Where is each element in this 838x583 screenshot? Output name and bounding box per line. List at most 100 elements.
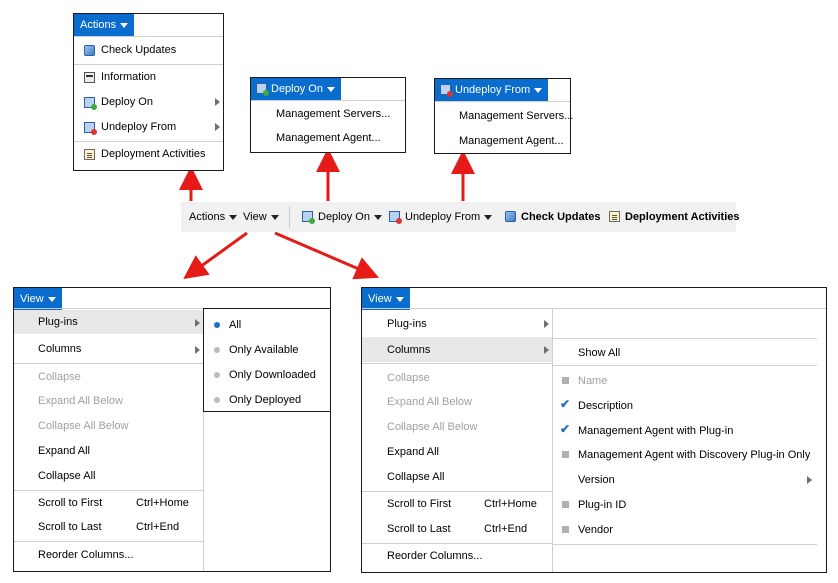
submenu-arrow-icon bbox=[544, 320, 549, 328]
toolbar-check-updates-button[interactable]: Check Updates bbox=[521, 202, 600, 232]
menu-item-collapse-all-below[interactable]: Collapse All Below bbox=[387, 421, 478, 433]
checkbox-unchecked-icon bbox=[562, 501, 569, 508]
menu-item-columns[interactable]: Columns bbox=[38, 343, 81, 355]
menu-item-collapse-all[interactable]: Collapse All bbox=[38, 470, 95, 482]
columns-plugin-id[interactable]: Plug-in ID bbox=[578, 499, 626, 511]
checkbox-unchecked-icon bbox=[562, 451, 569, 458]
submenu-arrow-icon bbox=[195, 319, 200, 327]
menu-item-management-servers[interactable]: Management Servers... bbox=[276, 108, 390, 120]
undeploy-from-menu-label: Undeploy From bbox=[455, 84, 531, 96]
undeploy-icon bbox=[389, 211, 402, 224]
menu-item-scroll-to-first[interactable]: Scroll to First bbox=[38, 497, 102, 509]
caret-down-icon bbox=[270, 214, 279, 220]
caret-down-icon bbox=[373, 214, 382, 220]
plugins-filter-only-available[interactable]: Only Available bbox=[229, 344, 299, 356]
menu-item-management-agent[interactable]: Management Agent... bbox=[276, 132, 381, 144]
caret-down-icon bbox=[395, 296, 404, 302]
undeploy-from-menu-button[interactable]: Undeploy From bbox=[435, 79, 549, 101]
caret-down-icon bbox=[534, 87, 543, 93]
plugins-filter-only-deployed[interactable]: Only Deployed bbox=[229, 394, 301, 406]
caret-down-icon bbox=[47, 296, 56, 302]
columns-version[interactable]: Version bbox=[578, 474, 615, 486]
menu-item-expand-all[interactable]: Expand All bbox=[38, 445, 90, 457]
undeploy-icon bbox=[84, 122, 97, 135]
menu-item-collapse[interactable]: Collapse bbox=[38, 371, 81, 383]
toolbar-view-button[interactable]: View bbox=[243, 202, 279, 232]
deploy-on-menu-button[interactable]: Deploy On bbox=[251, 78, 341, 100]
menu-item-scroll-to-last[interactable]: Scroll to Last bbox=[38, 521, 102, 533]
divider bbox=[362, 543, 552, 544]
deploy-icon bbox=[302, 211, 315, 224]
checkbox-disabled-icon bbox=[562, 377, 569, 384]
menu-item-check-updates[interactable]: Check Updates bbox=[101, 44, 176, 56]
checkmark-icon: ✔ bbox=[560, 397, 571, 411]
toolbar-deploy-on-button[interactable]: Deploy On bbox=[318, 202, 382, 232]
menu-item-collapse-all[interactable]: Collapse All bbox=[387, 471, 444, 483]
menu-item-collapse[interactable]: Collapse bbox=[387, 372, 430, 384]
view-menu-columns: View Plug-ins Columns Collapse Expand Al… bbox=[361, 287, 827, 573]
divider bbox=[14, 363, 203, 364]
toolbar-deployment-activities-button[interactable]: Deployment Activities bbox=[625, 202, 740, 232]
shortcut-ctrl-end: Ctrl+End bbox=[136, 521, 180, 533]
toolbar-view-label: View bbox=[243, 211, 267, 223]
divider bbox=[74, 141, 223, 142]
menu-item-reorder-columns[interactable]: Reorder Columns... bbox=[38, 549, 133, 561]
menu-item-expand-all-below[interactable]: Expand All Below bbox=[387, 396, 472, 408]
menu-item-plugins[interactable]: Plug-ins bbox=[38, 316, 78, 328]
caret-down-icon bbox=[326, 86, 335, 92]
columns-name[interactable]: Name bbox=[578, 375, 607, 387]
columns-description[interactable]: Description bbox=[578, 400, 633, 412]
columns-mgmt-agent-plugin[interactable]: Management Agent with Plug-in bbox=[578, 425, 733, 437]
checkbox-unchecked-icon bbox=[562, 526, 569, 533]
plugins-filter-all[interactable]: All bbox=[229, 319, 241, 331]
submenu-arrow-icon bbox=[807, 476, 812, 484]
divider bbox=[362, 491, 552, 492]
menu-item-undeploy-from[interactable]: Undeploy From bbox=[101, 121, 176, 133]
menu-item-plugins[interactable]: Plug-ins bbox=[387, 318, 427, 330]
toolbar-actions-label: Actions bbox=[189, 211, 226, 223]
view-menu-button[interactable]: View bbox=[362, 288, 410, 310]
caret-down-icon bbox=[484, 214, 493, 220]
submenu-arrow-icon bbox=[195, 346, 200, 354]
deploy-icon bbox=[84, 97, 97, 110]
toolbar-undeploy-from-button[interactable]: Undeploy From bbox=[405, 202, 493, 232]
toolbar-divider bbox=[289, 206, 290, 228]
menu-item-collapse-all-below[interactable]: Collapse All Below bbox=[38, 420, 129, 432]
menu-item-information[interactable]: Information bbox=[101, 71, 156, 83]
divider bbox=[74, 36, 223, 37]
plugins-filter-only-downloaded[interactable]: Only Downloaded bbox=[229, 369, 316, 381]
toolbar-actions-button[interactable]: Actions bbox=[189, 202, 238, 232]
columns-mgmt-agent-discovery[interactable]: Management Agent with Discovery Plug-in … bbox=[578, 449, 810, 461]
radio-unselected-icon bbox=[214, 397, 220, 403]
shortcut-ctrl-home: Ctrl+Home bbox=[484, 498, 537, 510]
undeploy-icon bbox=[440, 84, 453, 97]
menu-item-reorder-columns[interactable]: Reorder Columns... bbox=[387, 550, 482, 562]
shortcut-ctrl-end: Ctrl+End bbox=[484, 523, 528, 535]
menu-item-deployment-activities[interactable]: Deployment Activities bbox=[101, 148, 206, 160]
information-icon bbox=[84, 72, 95, 83]
arrow-to-view-menu-left bbox=[183, 231, 248, 280]
submenu-arrow-icon bbox=[215, 123, 220, 131]
menu-item-scroll-to-last[interactable]: Scroll to Last bbox=[387, 523, 451, 535]
undeploy-from-menu: Undeploy From Management Servers... Mana… bbox=[434, 78, 573, 154]
view-menu-label: View bbox=[20, 293, 44, 305]
toolbar-undeploy-from-label: Undeploy From bbox=[405, 211, 481, 223]
actions-menu-button[interactable]: Actions bbox=[74, 14, 135, 36]
menu-item-expand-all-below[interactable]: Expand All Below bbox=[38, 395, 123, 407]
radio-unselected-icon bbox=[214, 372, 220, 378]
divider bbox=[14, 541, 203, 542]
menu-item-deploy-on[interactable]: Deploy On bbox=[101, 96, 153, 108]
menu-item-management-agent[interactable]: Management Agent... bbox=[459, 135, 564, 147]
divider bbox=[435, 101, 570, 102]
menu-item-columns[interactable]: Columns bbox=[387, 344, 430, 356]
submenu-arrow-icon bbox=[544, 346, 549, 354]
divider bbox=[553, 365, 817, 366]
menu-item-scroll-to-first[interactable]: Scroll to First bbox=[387, 498, 451, 510]
columns-show-all[interactable]: Show All bbox=[578, 347, 620, 359]
view-menu-button[interactable]: View bbox=[14, 288, 62, 310]
menu-item-management-servers[interactable]: Management Servers... bbox=[459, 110, 573, 122]
plugins-submenu: All Only Available Only Downloaded Only … bbox=[203, 308, 331, 412]
columns-vendor[interactable]: Vendor bbox=[578, 524, 613, 536]
menu-item-expand-all[interactable]: Expand All bbox=[387, 446, 439, 458]
deployment-activities-icon bbox=[609, 211, 620, 222]
